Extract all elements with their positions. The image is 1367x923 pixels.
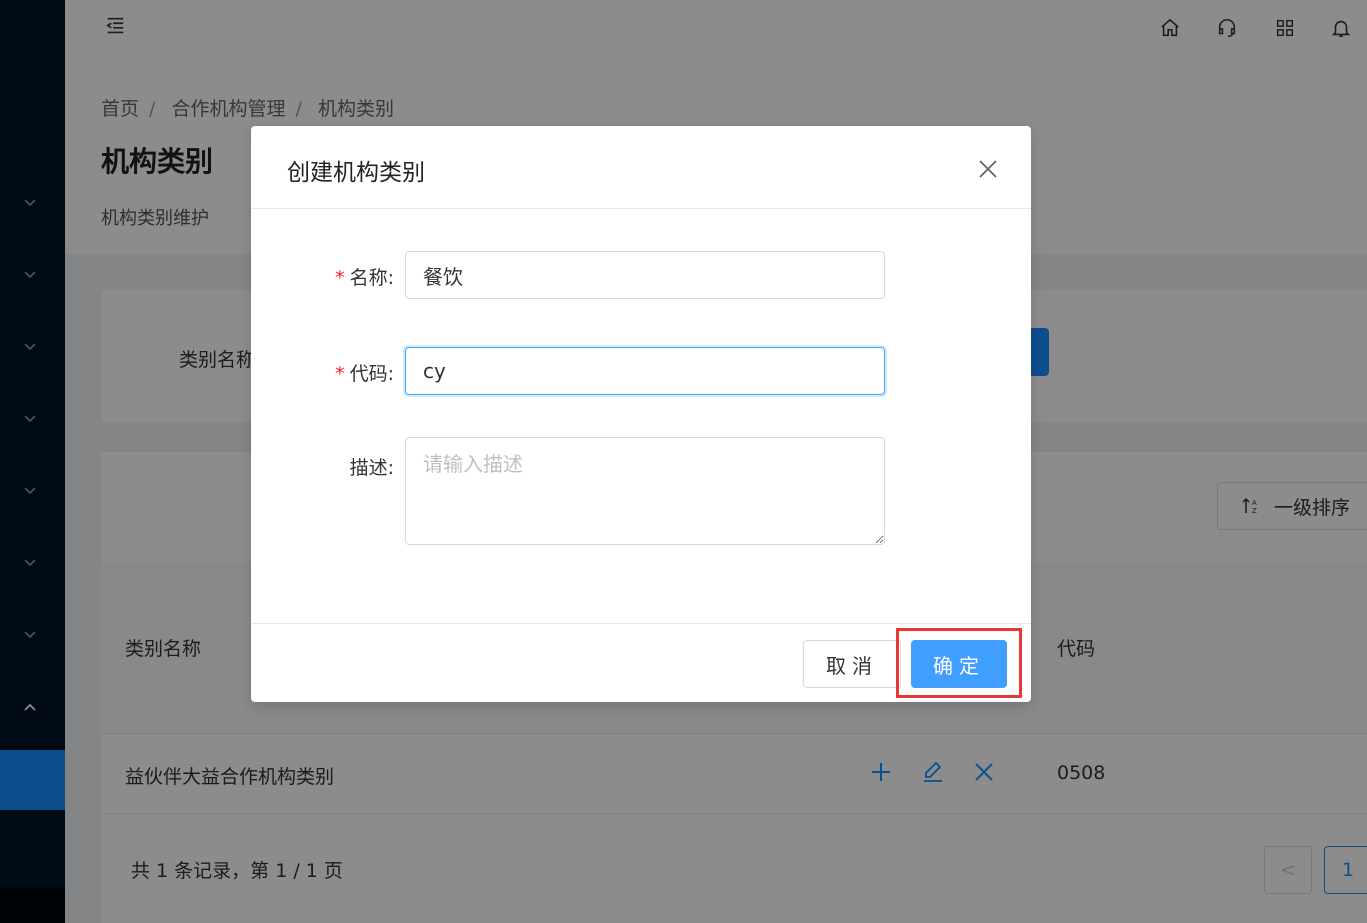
description-textarea[interactable] xyxy=(405,437,885,545)
name-label: * 名称: xyxy=(334,267,394,289)
confirm-button[interactable]: 确定 xyxy=(911,640,1007,688)
close-icon[interactable] xyxy=(973,154,1003,184)
code-label: * 代码: xyxy=(334,363,394,385)
cancel-button[interactable]: 取消 xyxy=(803,640,901,688)
create-category-dialog: 创建机构类别 *名称: *代码: 描述: 取消 确定 xyxy=(251,126,1031,702)
dialog-footer: 取消 确定 xyxy=(251,623,1031,702)
required-mark: * xyxy=(334,363,346,385)
required-mark: * xyxy=(334,267,346,289)
dialog-title: 创建机构类别 xyxy=(287,160,425,186)
dialog-header: 创建机构类别 xyxy=(251,126,1031,209)
description-label: 描述: xyxy=(349,457,394,479)
code-input[interactable] xyxy=(405,347,885,395)
name-input[interactable] xyxy=(405,251,885,299)
